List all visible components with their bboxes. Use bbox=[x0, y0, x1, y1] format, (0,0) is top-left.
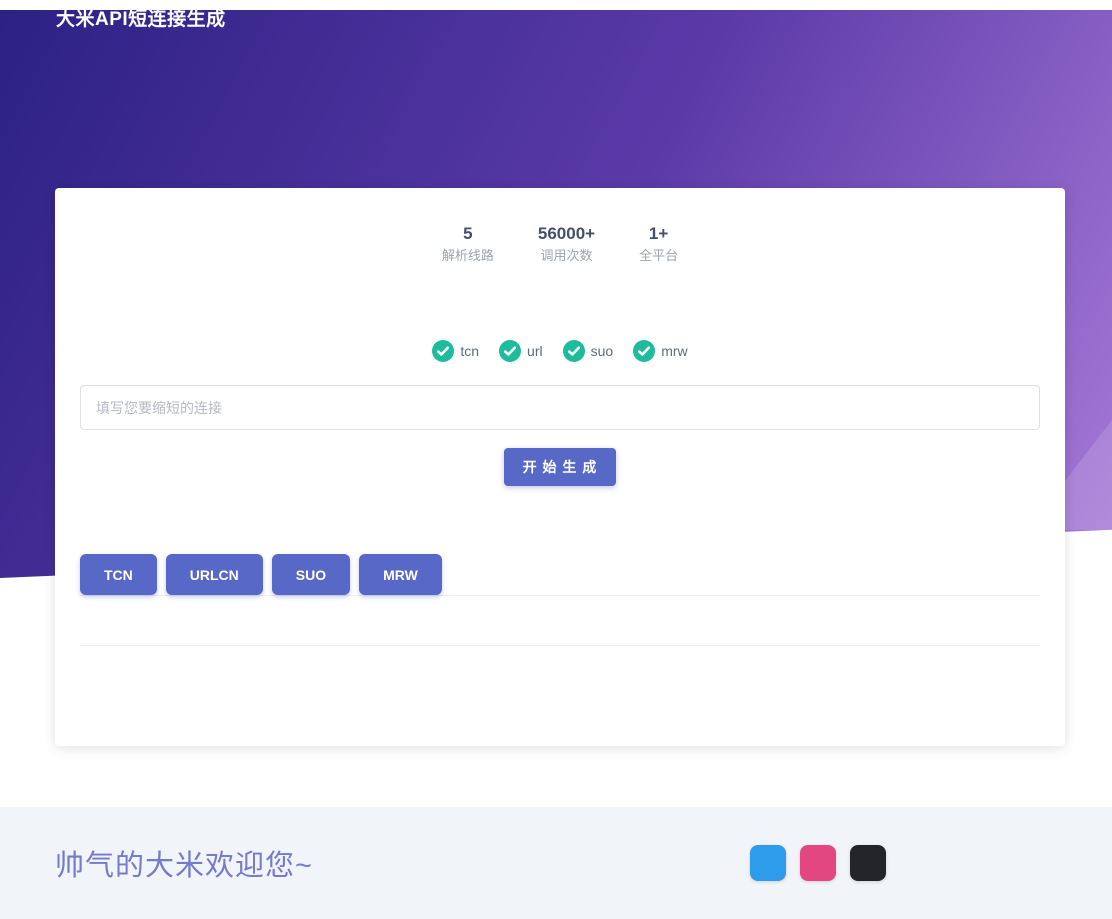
line-item-tcn: tcn bbox=[432, 340, 479, 362]
line-item-url: url bbox=[499, 340, 543, 362]
stat-lines: 5 解析线路 bbox=[442, 222, 494, 266]
check-circle-icon bbox=[499, 340, 521, 362]
line-label: mrw bbox=[661, 343, 687, 359]
tab-urlcn[interactable]: URLCN bbox=[166, 554, 263, 595]
tab-mrw[interactable]: MRW bbox=[359, 554, 442, 595]
footer-welcome-text: 帅气的大米欢迎您~ bbox=[55, 842, 313, 884]
line-label: url bbox=[527, 343, 543, 359]
tab-tcn[interactable]: TCN bbox=[80, 554, 157, 595]
stat-label: 全平台 bbox=[639, 246, 678, 266]
social-dark-square-icon[interactable] bbox=[850, 845, 886, 881]
check-circle-icon bbox=[563, 340, 585, 362]
stat-value: 5 bbox=[442, 222, 494, 246]
social-pink-square-icon[interactable] bbox=[800, 845, 836, 881]
top-strip bbox=[0, 0, 1112, 10]
result-tabs: TCN URLCN SUO MRW bbox=[80, 554, 1040, 596]
line-item-suo: suo bbox=[563, 340, 614, 362]
stat-label: 调用次数 bbox=[538, 246, 595, 266]
stats-row: 5 解析线路 56000+ 调用次数 1+ 全平台 bbox=[80, 222, 1040, 266]
line-label: tcn bbox=[460, 343, 479, 359]
footer-social-row bbox=[750, 845, 886, 881]
footer: 帅气的大米欢迎您~ bbox=[0, 807, 1112, 919]
lines-row: tcn url suo mrw bbox=[80, 340, 1040, 362]
stat-platforms: 1+ 全平台 bbox=[639, 222, 678, 266]
result-divider bbox=[80, 645, 1040, 646]
check-circle-icon bbox=[432, 340, 454, 362]
generator-card: 5 解析线路 56000+ 调用次数 1+ 全平台 tcn url bbox=[55, 188, 1065, 746]
stat-calls: 56000+ 调用次数 bbox=[538, 222, 595, 266]
generate-button[interactable]: 开 始 生 成 bbox=[504, 448, 616, 486]
tab-suo[interactable]: SUO bbox=[272, 554, 350, 595]
url-input[interactable] bbox=[80, 385, 1040, 430]
social-blue-square-icon[interactable] bbox=[750, 845, 786, 881]
generate-button-row: 开 始 生 成 bbox=[80, 448, 1040, 486]
line-item-mrw: mrw bbox=[633, 340, 687, 362]
check-circle-icon bbox=[633, 340, 655, 362]
stat-value: 1+ bbox=[639, 222, 678, 246]
stat-value: 56000+ bbox=[538, 222, 595, 246]
line-label: suo bbox=[591, 343, 614, 359]
stat-label: 解析线路 bbox=[442, 246, 494, 266]
